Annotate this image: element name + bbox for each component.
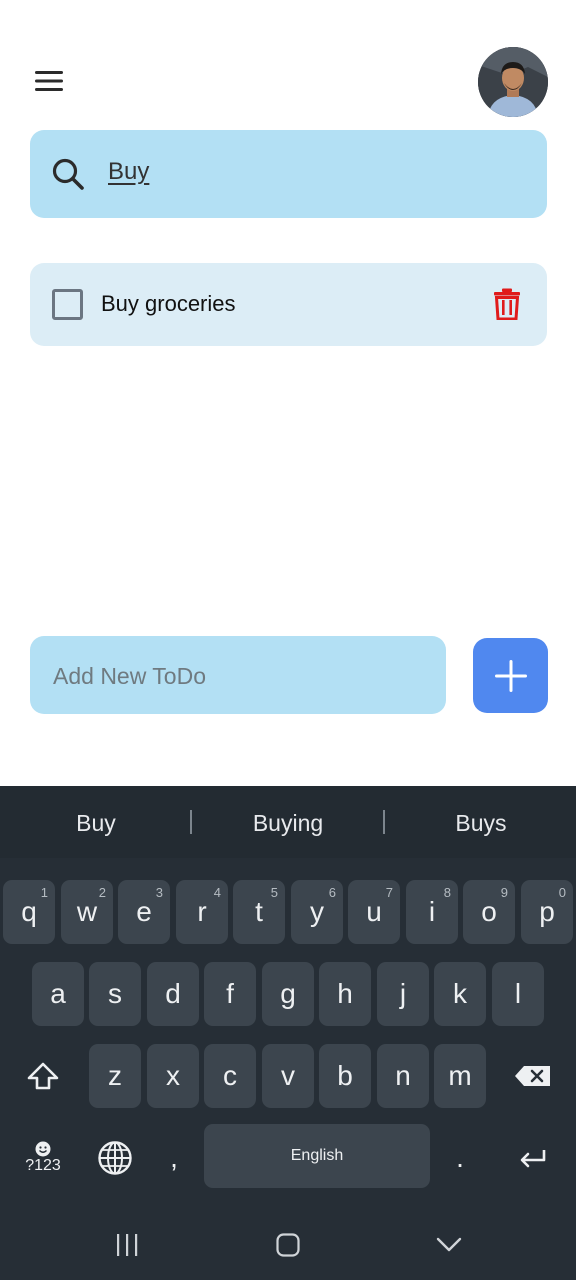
language-key[interactable] [84, 1126, 146, 1190]
key-label: w [76, 896, 98, 927]
key-label: y [310, 896, 324, 927]
key-hint: 3 [155, 885, 163, 900]
add-todo-button[interactable] [473, 638, 548, 713]
avatar[interactable] [478, 47, 548, 117]
key[interactable]: k [434, 962, 486, 1026]
todo-text: Buy groceries [101, 291, 236, 316]
key[interactable]: i8 [406, 880, 458, 944]
key[interactable]: f [204, 962, 256, 1026]
key-hint: 7 [385, 885, 393, 900]
plus-icon [494, 659, 527, 692]
hamburger-icon [35, 71, 63, 91]
recents-button[interactable] [77, 1210, 177, 1280]
home-button[interactable] [238, 1210, 338, 1280]
add-todo-input[interactable]: Add New ToDo [30, 636, 446, 714]
key-label: e [136, 896, 152, 927]
trash-icon [494, 288, 520, 320]
symbols-key[interactable]: ?123 [12, 1126, 74, 1190]
key-hint: 0 [558, 885, 566, 900]
key[interactable]: d [147, 962, 199, 1026]
symbols-label: ?123 [25, 1157, 61, 1174]
search-bar[interactable]: Buy [30, 130, 547, 218]
key[interactable]: e3 [118, 880, 170, 944]
key[interactable]: v [262, 1044, 314, 1108]
key[interactable]: g [262, 962, 314, 1026]
key[interactable]: s [89, 962, 141, 1026]
key-hint: 9 [500, 885, 508, 900]
key-label: i [428, 896, 436, 927]
key[interactable]: n [377, 1044, 429, 1108]
search-icon [52, 158, 84, 190]
enter-key[interactable] [502, 1126, 564, 1190]
key[interactable]: r4 [176, 880, 228, 944]
key[interactable]: c [204, 1044, 256, 1108]
key[interactable]: o9 [463, 880, 515, 944]
key[interactable]: u7 [348, 880, 400, 944]
system-nav-bar [0, 1210, 576, 1280]
shift-icon [27, 1062, 59, 1090]
space-key[interactable]: English [204, 1124, 430, 1188]
backspace-key[interactable] [502, 1044, 564, 1108]
todo-checkbox[interactable] [52, 289, 83, 320]
globe-icon [98, 1141, 132, 1175]
key-label: t [255, 896, 263, 927]
user-photo [478, 47, 548, 117]
suggestion-item[interactable]: Buying [192, 810, 384, 837]
shift-key[interactable] [12, 1044, 74, 1108]
key[interactable]: b [319, 1044, 371, 1108]
key[interactable]: t5 [233, 880, 285, 944]
key-hint: 8 [443, 885, 451, 900]
key[interactable]: x [147, 1044, 199, 1108]
key[interactable]: m [434, 1044, 486, 1108]
enter-icon [520, 1150, 546, 1168]
key-label: u [366, 896, 382, 927]
key-hint: 1 [40, 885, 48, 900]
todo-item[interactable]: Buy groceries [30, 263, 547, 346]
key-hint: 4 [213, 885, 221, 900]
back-button[interactable] [399, 1210, 499, 1280]
comma-key[interactable]: , [148, 1126, 200, 1190]
on-screen-keyboard: Buy Buying Buys q1 w2 e3 r4 t5 y6 u7 i8 … [0, 786, 576, 1280]
menu-button[interactable] [30, 62, 68, 100]
key[interactable]: w2 [61, 880, 113, 944]
period-key[interactable]: . [434, 1126, 486, 1190]
top-bar [0, 0, 576, 125]
suggestion-bar: Buy Buying Buys [0, 786, 576, 858]
chevron-down-icon [436, 1237, 462, 1252]
suggestion-item[interactable]: Buys [385, 810, 576, 837]
key-label: r [197, 896, 207, 927]
add-todo-placeholder: Add New ToDo [53, 663, 206, 689]
key-hint: 5 [270, 885, 278, 900]
search-input[interactable]: Buy [108, 158, 149, 186]
delete-button[interactable] [488, 285, 526, 323]
key-hint: 2 [98, 885, 106, 900]
key[interactable]: j [377, 962, 429, 1026]
home-icon [276, 1233, 300, 1257]
key[interactable]: z [89, 1044, 141, 1108]
key[interactable]: q1 [3, 880, 55, 944]
key[interactable]: h [319, 962, 371, 1026]
key-label: o [481, 896, 497, 927]
suggestion-item[interactable]: Buy [0, 810, 192, 837]
recents-icon [117, 1234, 138, 1256]
key[interactable]: p0 [521, 880, 573, 944]
key-label: q [21, 896, 37, 927]
backspace-icon [515, 1066, 550, 1086]
key[interactable]: l [492, 962, 544, 1026]
key[interactable]: y6 [291, 880, 343, 944]
emoji-icon [35, 1141, 51, 1157]
key[interactable]: a [32, 962, 84, 1026]
key-hint: 6 [328, 885, 336, 900]
key-label: p [539, 896, 555, 927]
